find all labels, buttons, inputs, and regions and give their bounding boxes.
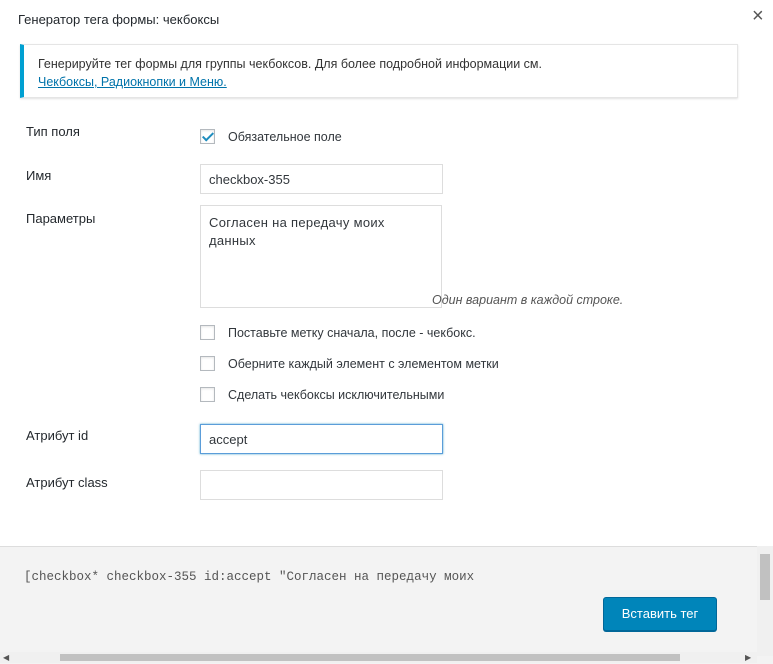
name-label: Имя	[26, 168, 52, 183]
class-attribute-input[interactable]	[200, 470, 443, 500]
notice-text: Генерируйте тег формы для группы чекбокс…	[38, 57, 542, 71]
exclusive-label: Сделать чекбоксы исключительными	[228, 388, 445, 402]
required-checkbox[interactable]	[200, 129, 215, 144]
vertical-scrollbar[interactable]	[757, 546, 773, 656]
class-attribute-label: Атрибут class	[26, 475, 108, 490]
notice-link[interactable]: Чекбоксы, Радиокнопки и Меню.	[38, 75, 227, 89]
options-label: Параметры	[26, 211, 96, 226]
close-icon[interactable]: ×	[752, 6, 764, 26]
id-attribute-input[interactable]	[200, 424, 443, 454]
exclusive-checkbox[interactable]	[200, 387, 215, 402]
required-label: Обязательное поле	[228, 130, 342, 144]
options-textarea[interactable]: Согласен на передачу моих данных	[200, 205, 442, 308]
info-notice: Генерируйте тег формы для группы чекбокс…	[20, 44, 738, 98]
name-input[interactable]	[200, 164, 443, 194]
tag-code-field[interactable]: [checkbox* checkbox-355 id:accept "Согла…	[10, 548, 738, 598]
horizontal-scroll-thumb[interactable]	[60, 654, 680, 661]
wrap-label-label: Оберните каждый элемент с элементом метк…	[228, 357, 499, 371]
id-attribute-label: Атрибут id	[26, 428, 89, 443]
options-hint: Один вариант в каждой строке.	[432, 293, 624, 307]
scroll-right-icon[interactable]: ▶	[745, 653, 751, 662]
label-first-checkbox[interactable]	[200, 325, 215, 340]
label-first-label: Поставьте метку сначала, после - чекбокс…	[228, 326, 476, 340]
horizontal-scrollbar[interactable]: ◀ ▶	[0, 652, 757, 663]
scroll-left-icon[interactable]: ◀	[3, 653, 9, 662]
dialog-title: Генератор тега формы: чекбоксы	[18, 12, 220, 27]
field-type-label: Тип поля	[26, 124, 80, 139]
wrap-label-checkbox[interactable]	[200, 356, 215, 371]
vertical-scroll-thumb[interactable]	[760, 554, 770, 600]
insert-tag-button[interactable]: Вставить тег	[603, 597, 717, 631]
